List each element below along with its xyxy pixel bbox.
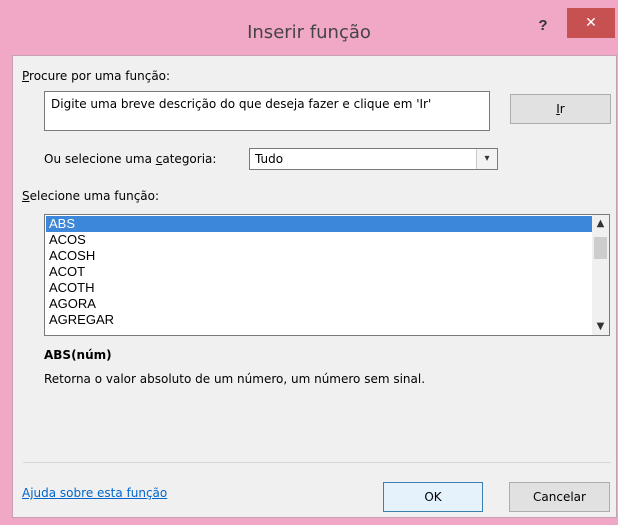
- scroll-down-icon[interactable]: ▼: [592, 318, 609, 335]
- function-item-acos[interactable]: ACOS: [46, 232, 592, 248]
- search-input[interactable]: Digite uma breve descrição do que deseja…: [44, 91, 490, 131]
- function-list-items: ABS ACOS ACOSH ACOT ACOTH AGORA AGREGAR: [46, 216, 592, 328]
- function-list-scrollbar[interactable]: ▲ ▼: [592, 215, 609, 335]
- category-selected-value: Tudo: [255, 152, 284, 166]
- help-link[interactable]: Ajuda sobre esta função: [22, 486, 167, 500]
- function-item-acot[interactable]: ACOT: [46, 264, 592, 280]
- category-label: Ou selecione uma categoria:: [44, 152, 217, 166]
- function-signature: ABS(núm): [44, 348, 112, 362]
- function-item-abs[interactable]: ABS: [46, 216, 592, 232]
- scroll-up-icon[interactable]: ▲: [592, 215, 609, 232]
- go-button[interactable]: Ir: [510, 94, 611, 124]
- ok-button[interactable]: OK: [383, 482, 483, 512]
- dialog-window: Inserir função ? ✕ Procure por uma funçã…: [0, 0, 618, 525]
- title-bar[interactable]: Inserir função ? ✕: [0, 0, 618, 54]
- function-list[interactable]: ABS ACOS ACOSH ACOT ACOTH AGORA AGREGAR …: [44, 214, 610, 336]
- close-icon: ✕: [585, 15, 597, 31]
- function-list-label: Selecione uma função:: [22, 189, 160, 203]
- function-item-agora[interactable]: AGORA: [46, 296, 592, 312]
- footer-divider: [23, 462, 611, 463]
- function-item-agregar[interactable]: AGREGAR: [46, 312, 592, 328]
- chevron-down-icon[interactable]: ▾: [476, 149, 497, 169]
- function-item-acosh[interactable]: ACOSH: [46, 248, 592, 264]
- dialog-title: Inserir função: [247, 22, 371, 43]
- function-description: Retorna o valor absoluto de um número, u…: [44, 372, 426, 386]
- help-button[interactable]: ?: [530, 14, 556, 38]
- scroll-thumb[interactable]: [594, 237, 607, 259]
- close-button[interactable]: ✕: [567, 8, 615, 38]
- cancel-button[interactable]: Cancelar: [509, 482, 610, 512]
- function-item-acoth[interactable]: ACOTH: [46, 280, 592, 296]
- search-label: Procure por uma função:: [22, 69, 171, 83]
- category-select[interactable]: Tudo ▾: [249, 148, 498, 170]
- dialog-body: Procure por uma função: Digite uma breve…: [12, 55, 617, 518]
